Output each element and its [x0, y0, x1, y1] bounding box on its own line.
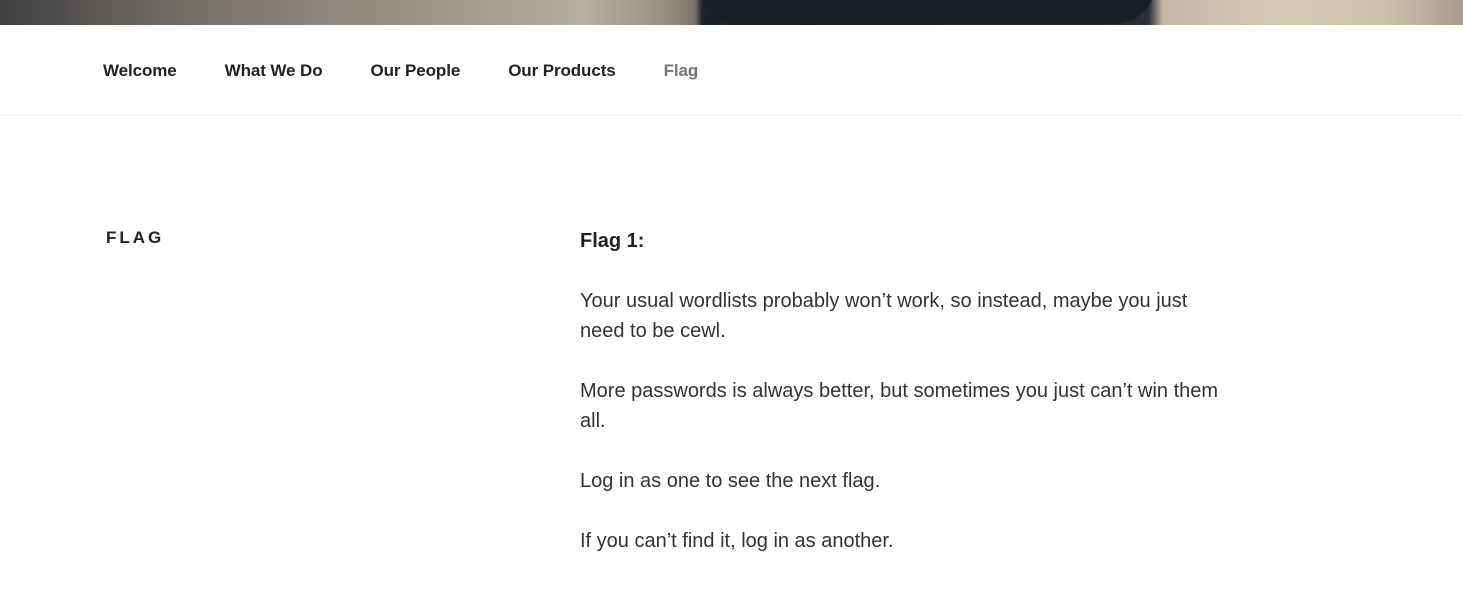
nav-item-welcome[interactable]: Welcome	[103, 61, 177, 81]
entry-content: Flag 1: Your usual wordlists probably wo…	[580, 226, 1230, 586]
content-paragraph: Log in as one to see the next flag.	[580, 470, 881, 492]
content-paragraph: More passwords is always better, but som…	[580, 380, 1219, 432]
main-navigation: Welcome What We Do Our People Our Produc…	[0, 25, 1463, 116]
nav-item-what-we-do[interactable]: What We Do	[225, 61, 323, 81]
flag-heading: Flag 1:	[580, 230, 645, 252]
nav-item-our-people[interactable]: Our People	[371, 61, 461, 81]
content-paragraph: If you can’t find it, log in as another.	[580, 530, 894, 552]
nav-menu: Welcome What We Do Our People Our Produc…	[103, 61, 746, 81]
header-image-dark-shape	[697, 0, 1157, 24]
nav-item-flag[interactable]: Flag	[664, 61, 699, 81]
page-title: Flag	[106, 228, 165, 247]
content-paragraph: Your usual wordlists probably won’t work…	[580, 290, 1188, 342]
nav-item-our-products[interactable]: Our Products	[508, 61, 616, 81]
header-image	[0, 0, 1463, 25]
